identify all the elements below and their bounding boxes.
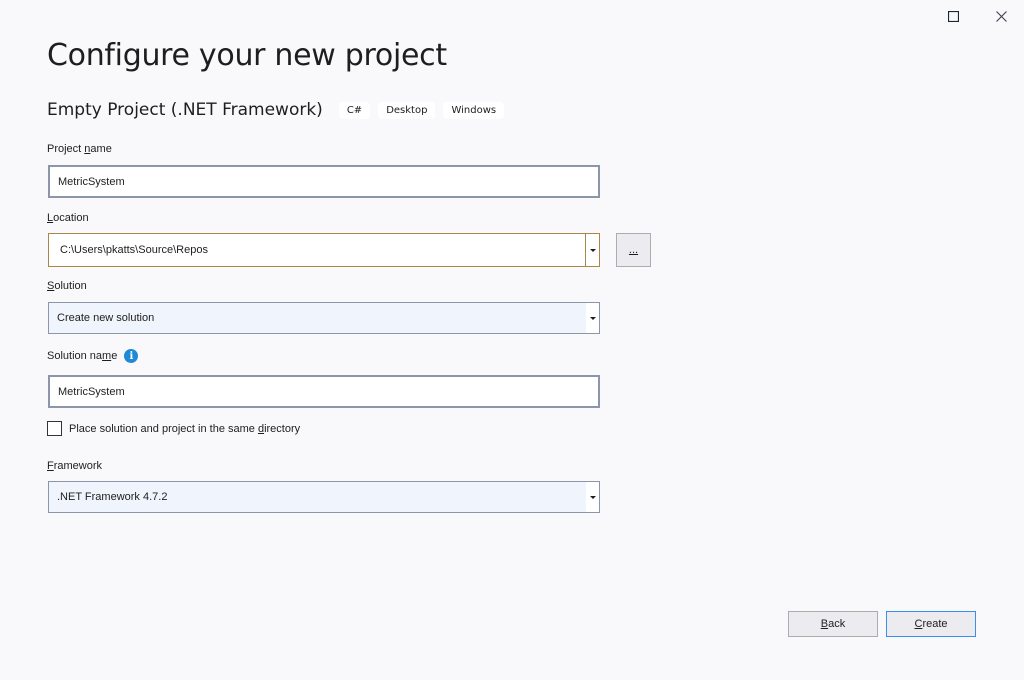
solution-dropdown-button[interactable] [585,303,599,333]
page-title: Configure your new project [47,38,447,73]
framework-value: .NET Framework 4.7.2 [57,491,168,503]
back-label: Back [820,618,846,630]
tag-platform: Desktop [378,101,436,119]
same-directory-option[interactable]: Place solution and project in the same d… [47,421,300,436]
location-value: C:\Users\pkatts\Source\Repos [60,244,208,256]
template-name: Empty Project (.NET Framework) [47,100,323,120]
solution-value: Create new solution [57,312,155,324]
framework-dropdown-button[interactable] [585,482,599,512]
maximize-button[interactable] [938,4,968,28]
solution-label: Solution [47,280,87,292]
create-label: Create [914,618,948,630]
project-name-value: MetricSystem [58,175,125,188]
location-dropdown-button[interactable] [585,234,599,266]
create-button[interactable]: Create [886,611,976,637]
project-name-label: Project name [47,143,112,155]
framework-label: Framework [47,460,103,472]
solution-name-value: MetricSystem [58,385,125,398]
browse-label: ... [628,244,639,256]
close-icon [995,10,1007,22]
framework-combo[interactable]: .NET Framework 4.7.2 [48,481,600,513]
same-directory-label: Place solution and project in the same d… [69,422,301,435]
tag-language: C# [338,101,371,119]
back-button[interactable]: Back [788,611,878,637]
solution-name-input[interactable]: MetricSystem [48,375,600,408]
info-icon[interactable]: i [124,349,139,363]
chevron-down-icon [589,248,596,252]
location-label: Location [47,212,89,224]
chevron-down-icon [589,316,596,320]
maximize-icon [947,10,959,22]
same-directory-checkbox[interactable] [47,421,62,436]
solution-combo[interactable]: Create new solution [48,302,600,334]
tag-project-type: Windows [443,101,505,119]
project-name-input[interactable]: MetricSystem [48,165,600,198]
template-info: Empty Project (.NET Framework) C# Deskto… [47,100,512,120]
location-combo[interactable]: C:\Users\pkatts\Source\Repos [48,233,600,267]
close-button[interactable] [986,4,1016,28]
browse-location-button[interactable]: ... [616,233,651,267]
chevron-down-icon [589,495,596,499]
solution-name-label: Solution name i [47,349,139,363]
